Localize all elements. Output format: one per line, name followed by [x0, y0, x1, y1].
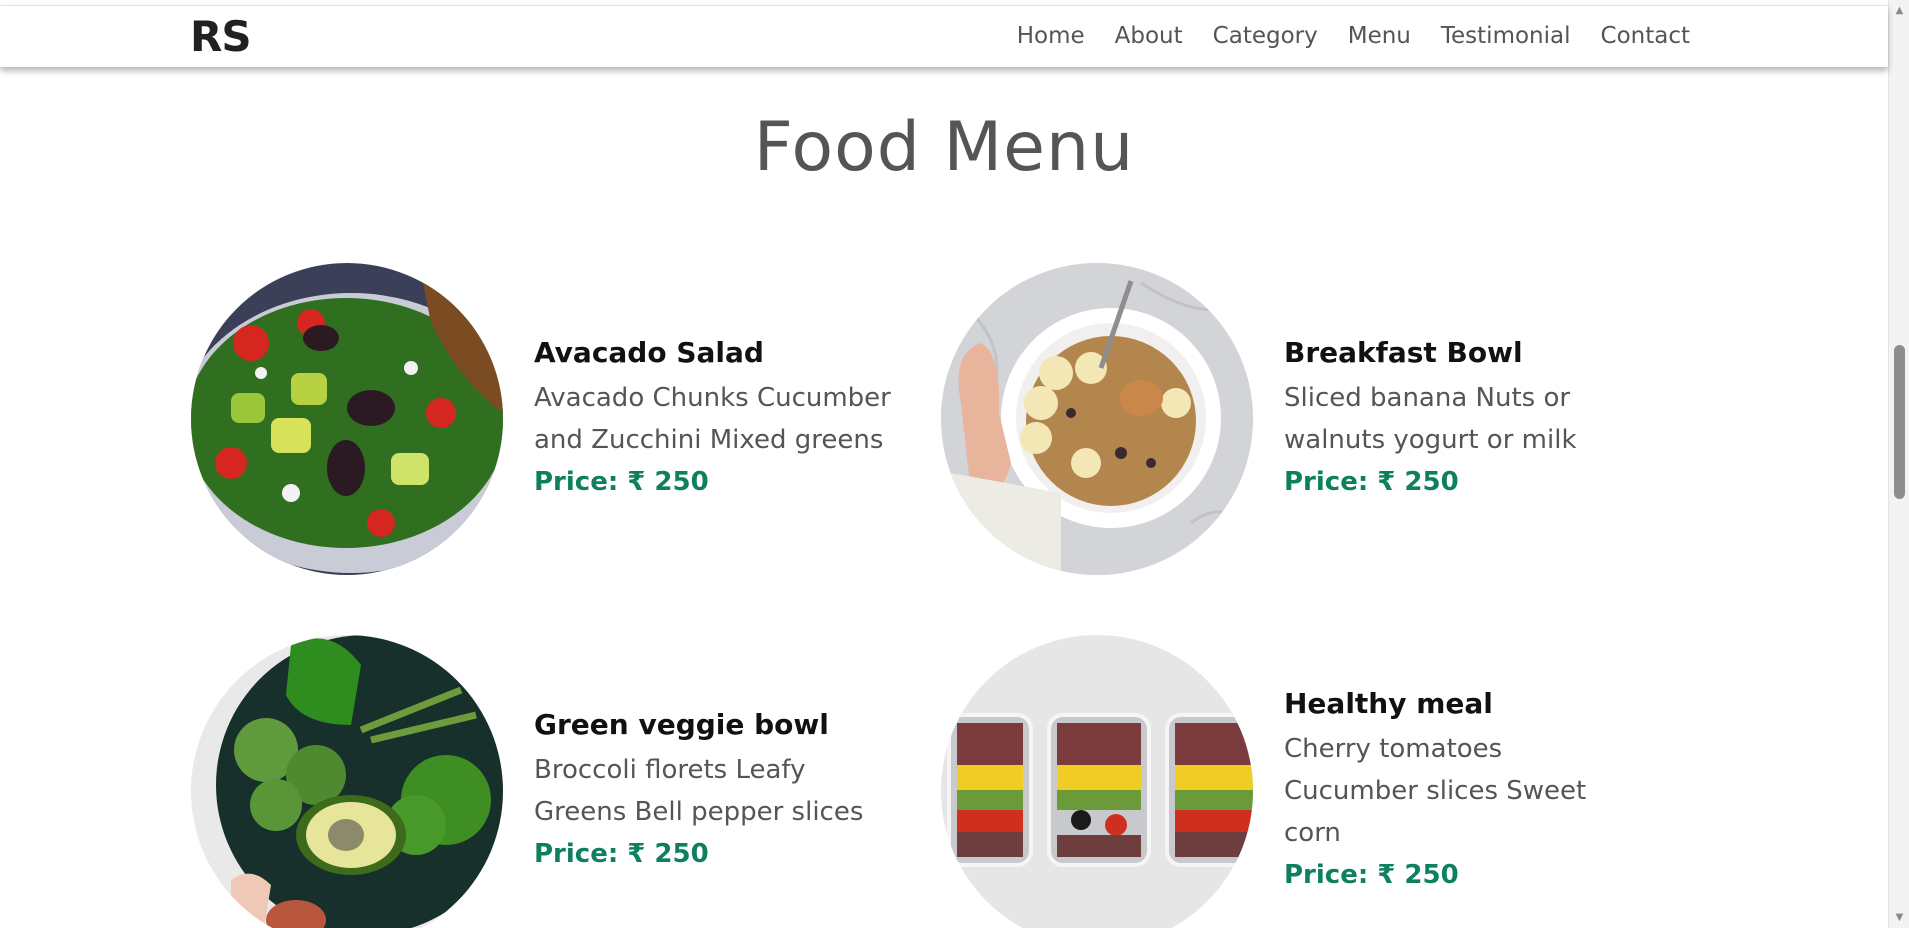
dish-text: Green veggie bowl Broccoli florets Leafy…: [534, 707, 894, 875]
navbar: RS Home About Category Menu Testimonial …: [0, 5, 1888, 67]
dish-description: Avacado Chunks Cucumber and Zucchini Mix…: [534, 383, 891, 456]
menu-item: Avacado Salad Avacado Chunks Cucumber an…: [191, 263, 894, 575]
nav-links: Home About Category Menu Testimonial Con…: [987, 22, 1690, 52]
dish-text: Breakfast Bowl Sliced banana Nuts or wal…: [1284, 335, 1644, 503]
breakfast-bowl-image: [941, 263, 1253, 575]
page-viewport: RS Home About Category Menu Testimonial …: [0, 0, 1909, 928]
brand-logo[interactable]: RS: [190, 16, 252, 58]
nav-link-contact[interactable]: Contact: [1601, 22, 1690, 52]
dish-description: Broccoli florets Leafy Greens Bell peppe…: [534, 755, 864, 828]
dish-price: Price: ₹ 250: [1284, 467, 1459, 498]
dish-description: Sliced banana Nuts or walnuts yogurt or …: [1284, 383, 1577, 456]
nav-link-home[interactable]: Home: [1017, 22, 1085, 52]
dish-description: Cherry tomatoes Cucumber slices Sweet co…: [1284, 734, 1587, 849]
scrollbar-thumb[interactable]: [1894, 345, 1905, 499]
menu-item: Breakfast Bowl Sliced banana Nuts or wal…: [941, 263, 1644, 575]
nav-link-testimonial[interactable]: Testimonial: [1441, 22, 1571, 52]
dish-name: Healthy meal: [1284, 686, 1493, 720]
menu-item: Healthy meal Cherry tomatoes Cucumber sl…: [941, 635, 1644, 928]
avocado-salad-image: [191, 263, 503, 575]
dish-price: Price: ₹ 250: [534, 467, 709, 498]
dish-price: Price: ₹ 250: [534, 839, 709, 870]
dish-name: Breakfast Bowl: [1284, 335, 1523, 369]
menu-item: Green veggie bowl Broccoli florets Leafy…: [191, 635, 894, 928]
scroll-up-icon[interactable]: ▲: [1889, 2, 1909, 19]
vertical-scrollbar[interactable]: ▲ ▼: [1888, 0, 1909, 928]
dish-name: Avacado Salad: [534, 335, 764, 369]
dish-name: Green veggie bowl: [534, 707, 829, 741]
dish-text: Avacado Salad Avacado Chunks Cucumber an…: [534, 335, 894, 503]
section-title: Food Menu: [753, 108, 1135, 187]
scroll-down-icon[interactable]: ▼: [1889, 909, 1909, 926]
dish-text: Healthy meal Cherry tomatoes Cucumber sl…: [1284, 686, 1644, 896]
nav-link-category[interactable]: Category: [1213, 22, 1318, 52]
dish-price: Price: ₹ 250: [1284, 860, 1459, 891]
nav-link-menu[interactable]: Menu: [1348, 22, 1411, 52]
green-veggie-bowl-image: [191, 635, 503, 928]
nav-link-about[interactable]: About: [1115, 22, 1183, 52]
healthy-meal-image: [941, 635, 1253, 928]
